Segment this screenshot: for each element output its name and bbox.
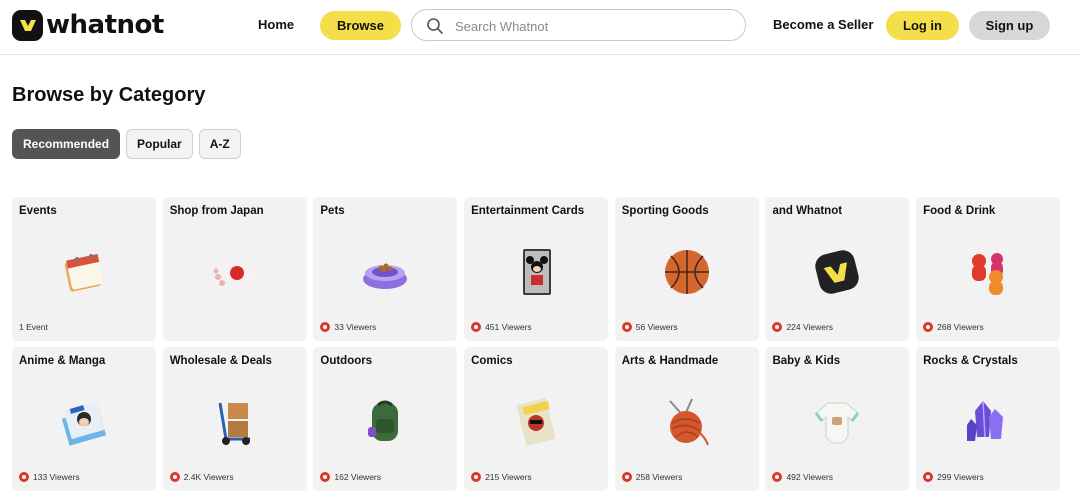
category-sort-tabs: Recommended Popular A-Z xyxy=(12,129,241,159)
whatnot-logo-icon xyxy=(12,9,43,41)
live-icon xyxy=(621,472,632,482)
category-name: Arts & Handmade xyxy=(621,355,719,367)
viewer-count: 451 Viewers xyxy=(471,322,532,332)
viewer-count: 215 Viewers xyxy=(471,472,532,482)
viewer-count: 56 Viewers xyxy=(621,322,678,332)
whatnot-logo-icon xyxy=(812,247,862,297)
category-name: Anime & Manga xyxy=(19,355,106,367)
home-link[interactable]: Home xyxy=(258,17,294,32)
viewer-count: 2.4K Viewers xyxy=(169,472,234,482)
category-card-baby-kids[interactable]: Baby & Kids 492 Viewers xyxy=(765,347,910,491)
viewer-count-text: 162 Viewers xyxy=(334,472,381,482)
category-card-arts-handmade[interactable]: Arts & Handmade 258 Viewers xyxy=(614,347,759,491)
top-nav-bar: whatnot Home Browse Become a Seller Log … xyxy=(0,0,1080,55)
backpack-icon xyxy=(360,397,410,447)
live-icon xyxy=(621,322,632,332)
whatnot-logo[interactable]: whatnot xyxy=(12,9,164,41)
category-card-and-whatnot[interactable]: and Whatnot 224 Viewers xyxy=(765,197,910,341)
viewer-count-text: 299 Viewers xyxy=(937,472,984,482)
live-icon xyxy=(320,322,331,332)
yarn-ball-icon xyxy=(662,397,712,447)
page-title: Browse by Category xyxy=(12,84,206,106)
event-count: 1 Event xyxy=(19,322,48,332)
live-icon xyxy=(169,472,180,482)
category-card-shop-from-japan[interactable]: Shop from Japan xyxy=(162,197,307,341)
login-button[interactable]: Log in xyxy=(886,11,959,40)
viewer-count: 224 Viewers xyxy=(772,322,833,332)
live-icon xyxy=(923,472,934,482)
viewer-count: 133 Viewers xyxy=(19,472,80,482)
viewer-count: 299 Viewers xyxy=(923,472,984,482)
category-card-pets[interactable]: Pets 33 Viewers xyxy=(313,197,458,341)
category-card-events[interactable]: Events 1 Event xyxy=(12,197,156,341)
category-name: Food & Drink xyxy=(923,205,996,217)
manga-books-icon xyxy=(59,397,109,447)
live-icon xyxy=(320,472,331,482)
category-name: Outdoors xyxy=(320,355,373,367)
viewer-count-text: 33 Viewers xyxy=(334,322,377,332)
viewer-count: 162 Viewers xyxy=(320,472,381,482)
viewer-count: 258 Viewers xyxy=(621,472,683,482)
viewer-count: 33 Viewers xyxy=(320,322,376,332)
viewer-count-text: 224 Viewers xyxy=(786,322,834,332)
live-icon xyxy=(471,322,482,332)
category-name: Rocks & Crystals xyxy=(923,355,1018,367)
calendar-icon xyxy=(59,247,109,297)
viewer-count-text: 133 Viewers xyxy=(33,472,80,482)
viewer-count-text: 451 Viewers xyxy=(485,322,532,332)
viewer-count-text: 56 Viewers xyxy=(635,322,678,332)
category-name: Shop from Japan xyxy=(169,205,264,217)
category-meta: 1 Event xyxy=(19,322,48,332)
category-card-outdoors[interactable]: Outdoors 162 Viewers xyxy=(313,347,458,491)
category-name: Wholesale & Deals xyxy=(169,355,272,367)
category-name: Sporting Goods xyxy=(621,205,709,217)
viewer-count: 268 Viewers xyxy=(923,322,984,332)
viewer-count-text: 492 Viewers xyxy=(786,472,834,482)
category-card-wholesale-deals[interactable]: Wholesale & Deals 2.4K Viewers xyxy=(162,347,307,491)
trading-card-icon xyxy=(511,247,561,297)
search-icon xyxy=(427,18,443,34)
category-card-anime-manga[interactable]: Anime & Manga 133 Viewers xyxy=(12,347,156,491)
logo-text: whatnot xyxy=(46,10,164,40)
hand-truck-icon xyxy=(210,397,260,447)
live-icon xyxy=(923,322,934,332)
pet-bowl-icon xyxy=(360,247,410,297)
live-icon xyxy=(772,472,783,482)
browse-button[interactable]: Browse xyxy=(320,11,401,40)
viewer-count: 492 Viewers xyxy=(772,472,833,482)
category-name: Comics xyxy=(471,355,513,367)
category-card-food-drink[interactable]: Food & Drink 268 Viewers xyxy=(916,197,1061,341)
category-name: Entertainment Cards xyxy=(471,205,585,217)
live-icon xyxy=(772,322,783,332)
category-card-sporting-goods[interactable]: Sporting Goods 56 Viewers xyxy=(614,197,759,341)
viewer-count-text: 268 Viewers xyxy=(937,322,984,332)
filter-popular[interactable]: Popular xyxy=(126,129,193,159)
live-icon xyxy=(19,472,29,482)
viewer-count-text: 215 Viewers xyxy=(485,472,532,482)
search-input[interactable] xyxy=(455,16,735,36)
viewer-count-text: 2.4K Viewers xyxy=(183,472,234,482)
crystal-icon xyxy=(963,397,1013,447)
viewer-count-text: 258 Viewers xyxy=(635,472,683,482)
category-name: Baby & Kids xyxy=(772,355,841,367)
live-icon xyxy=(471,472,482,482)
search-bar[interactable] xyxy=(411,9,746,41)
category-card-entertainment-cards[interactable]: Entertainment Cards 451 Viewers xyxy=(464,197,609,341)
category-name: Events xyxy=(19,205,57,217)
comic-book-icon xyxy=(511,397,561,447)
filter-recommended[interactable]: Recommended xyxy=(12,129,121,159)
signup-button[interactable]: Sign up xyxy=(969,11,1050,40)
category-card-comics[interactable]: Comics 215 Viewers xyxy=(464,347,609,491)
category-name: Pets xyxy=(320,205,345,217)
japan-flag-icon xyxy=(210,247,260,297)
gummy-bears-icon xyxy=(963,247,1013,297)
filter-a-z[interactable]: A-Z xyxy=(198,129,241,159)
basketball-icon xyxy=(662,247,712,297)
category-name: and Whatnot xyxy=(772,205,843,217)
become-seller-link[interactable]: Become a Seller xyxy=(773,17,873,32)
category-grid: Events 1 Event Shop from Japan Pets 33 V… xyxy=(12,197,1061,491)
category-card-rocks-crystals[interactable]: Rocks & Crystals 299 Viewers xyxy=(916,347,1061,491)
onesie-icon xyxy=(812,397,862,447)
